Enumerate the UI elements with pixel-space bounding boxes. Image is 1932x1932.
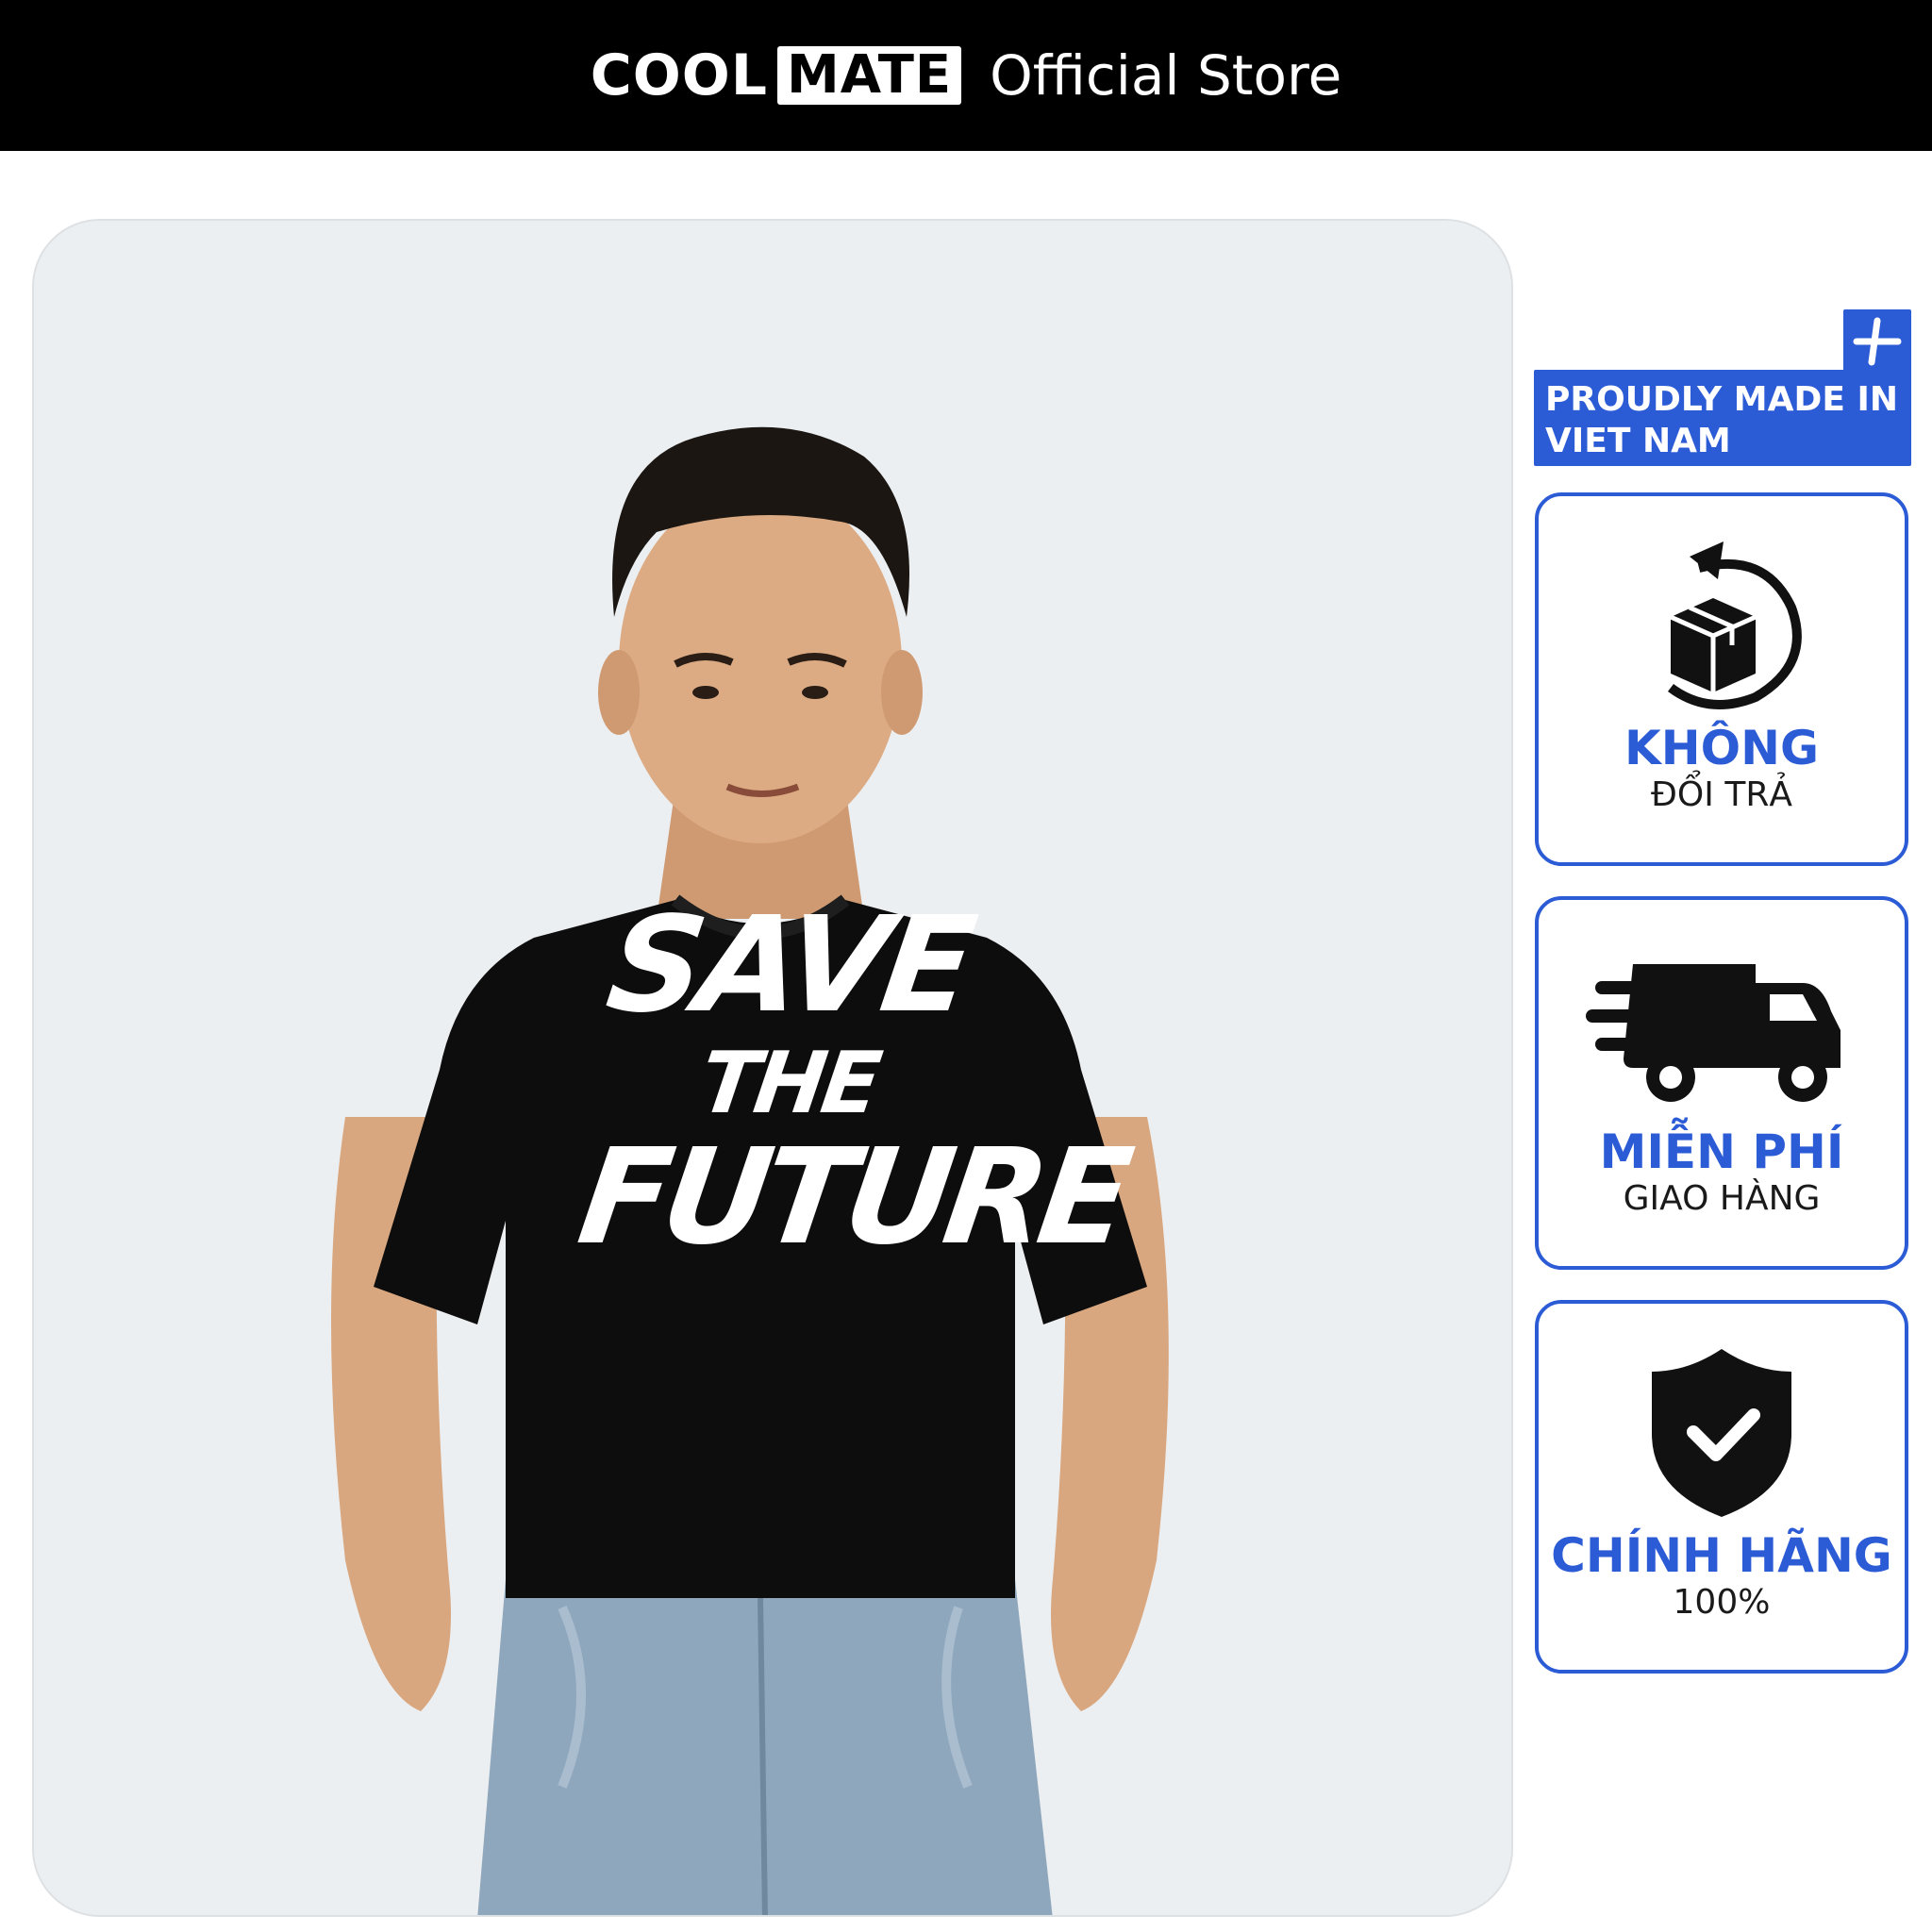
no-returns-badge: KHÔNG ĐỔI TRẢ xyxy=(1535,492,1908,866)
returns-subtitle: ĐỔI TRẢ xyxy=(1651,775,1792,814)
shirt-print-graphic: SAVE THE FUTURE xyxy=(571,889,1134,1274)
store-label: Official Store xyxy=(990,43,1342,108)
store-header: COOL MATE Official Store xyxy=(0,0,1932,151)
authentic-subtitle: 100% xyxy=(1673,1583,1771,1622)
plus-slash-icon xyxy=(1853,317,1902,366)
brand-mate-text: MATE xyxy=(776,46,962,105)
brand-cool-text: COOL xyxy=(590,42,768,108)
made-in-vietnam-badge: PROUDLY MADE IN VIET NAM xyxy=(1534,370,1911,466)
delivery-truck-icon xyxy=(1586,964,1840,1102)
shipping-subtitle: GIAO HÀNG xyxy=(1623,1179,1821,1218)
returns-title: KHÔNG xyxy=(1624,721,1819,775)
brand-logo[interactable]: COOL MATE Official Store xyxy=(0,0,1932,151)
made-in-tab xyxy=(1843,309,1911,374)
authentic-title: CHÍNH HÃNG xyxy=(1551,1528,1892,1583)
return-box-icon xyxy=(1668,541,1802,709)
shield-check-icon xyxy=(1652,1349,1791,1517)
authentic-badge: CHÍNH HÃNG 100% xyxy=(1535,1300,1908,1674)
made-in-text: PROUDLY MADE IN VIET NAM xyxy=(1545,380,1898,460)
free-shipping-badge: MIỄN PHÍ GIAO HÀNG xyxy=(1535,896,1908,1270)
product-photo[interactable]: SAVE THE FUTURE xyxy=(32,219,1513,1917)
print-line-3: FUTURE xyxy=(570,1121,1134,1274)
print-line-1: SAVE xyxy=(598,889,979,1042)
print-line-2: THE xyxy=(693,1034,884,1133)
shipping-title: MIỄN PHÍ xyxy=(1599,1124,1844,1179)
